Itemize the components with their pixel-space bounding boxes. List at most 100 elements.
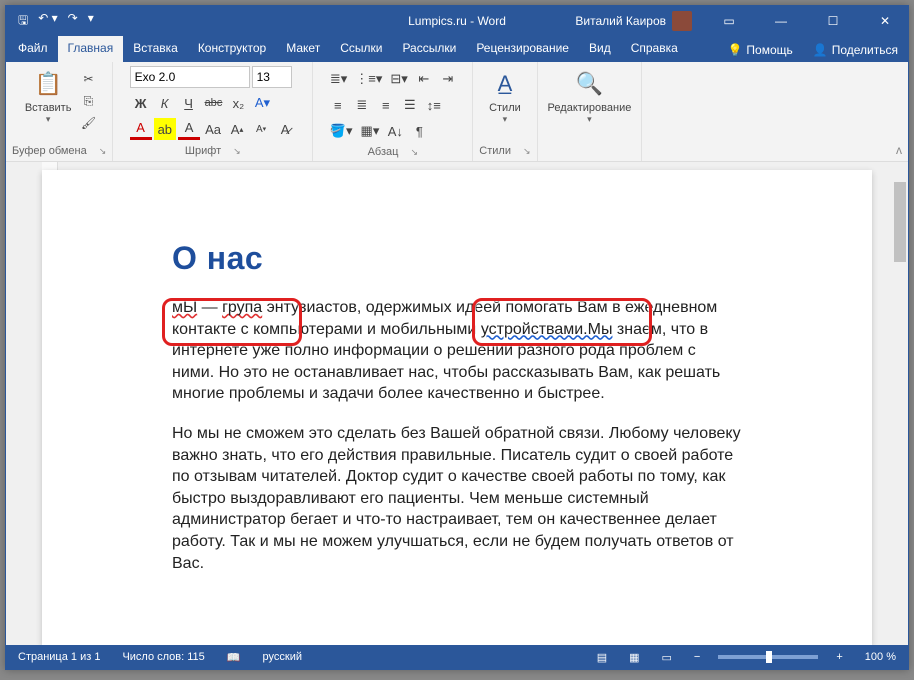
scrollbar-thumb[interactable] xyxy=(894,182,906,262)
ribbon-tabs: Файл Главная Вставка Конструктор Макет С… xyxy=(6,36,908,62)
ribbon-options-icon[interactable]: ▭ xyxy=(706,6,752,36)
editing-button[interactable]: 🔍 Редактирование ▾ xyxy=(544,66,636,127)
undo-icon[interactable]: ↶ ▾ xyxy=(38,11,57,32)
grow-font-button[interactable]: A▴ xyxy=(226,118,248,140)
statusbar: Страница 1 из 1 Число слов: 115 📖 русски… xyxy=(6,645,908,669)
subscript-button[interactable]: x₂ xyxy=(227,92,249,114)
tab-insert[interactable]: Вставка xyxy=(123,36,188,62)
tab-view[interactable]: Вид xyxy=(579,36,621,62)
bold-button[interactable]: Ж xyxy=(130,92,152,114)
tab-help[interactable]: Справка xyxy=(621,36,688,62)
group-font: Ж К Ч abє x₂ A▾ A ab A Aa A▴ A▾ A̷ Шрифт xyxy=(113,62,313,161)
sort-icon[interactable]: A↓ xyxy=(384,120,406,142)
search-icon: 🔍 xyxy=(573,68,605,100)
document-area[interactable]: О нас мЫ — група энтузиастов, одержимых … xyxy=(6,162,908,645)
font-color2-button[interactable]: A xyxy=(178,118,200,140)
styles-icon: A̲ xyxy=(489,68,521,100)
showmarks-icon[interactable]: ¶ xyxy=(408,120,430,142)
group-styles: A̲ Стили ▾ Стили ↘ xyxy=(473,62,537,161)
proofing-icon[interactable]: 📖 xyxy=(223,651,245,664)
collapse-ribbon-icon[interactable]: ʌ xyxy=(896,143,902,157)
multilevel-icon[interactable]: ⊟▾ xyxy=(387,68,410,90)
close-icon[interactable]: ✕ xyxy=(862,6,908,36)
tab-share[interactable]: 👤Поделиться xyxy=(803,36,908,62)
outdent-icon[interactable]: ⇤ xyxy=(413,68,435,90)
group-editing: 🔍 Редактирование ▾ xyxy=(538,62,643,161)
vertical-scrollbar[interactable] xyxy=(892,162,908,645)
tab-references[interactable]: Ссылки xyxy=(330,36,392,62)
borders-icon[interactable]: ▦▾ xyxy=(358,120,383,142)
numbering-icon[interactable]: ⋮≡▾ xyxy=(352,68,385,90)
underline-button[interactable]: Ч xyxy=(178,92,200,114)
share-icon: 👤 xyxy=(813,43,828,57)
avatar xyxy=(672,11,692,31)
align-left-icon[interactable]: ≡ xyxy=(327,94,349,116)
user-name: Виталий Каиров xyxy=(575,14,666,28)
status-words[interactable]: Число слов: 115 xyxy=(118,651,208,663)
font-size-input[interactable] xyxy=(252,66,292,88)
maximize-icon[interactable]: ☐ xyxy=(810,6,856,36)
indent-icon[interactable]: ⇥ xyxy=(437,68,459,90)
tab-tell-me[interactable]: 💡Помощь xyxy=(717,36,802,62)
zoom-value[interactable]: 100 % xyxy=(861,651,900,663)
titlebar: 🖫 ↶ ▾ ↷ ▾ Lumpics.ru - Word Виталий Каир… xyxy=(6,6,908,36)
tab-file[interactable]: Файл xyxy=(8,36,58,62)
user-account[interactable]: Виталий Каиров xyxy=(567,11,700,31)
format-painter-icon[interactable]: 🖌 xyxy=(79,114,97,132)
group-label: Шрифт xyxy=(185,145,221,157)
redo-icon[interactable]: ↷ xyxy=(68,11,78,32)
copy-icon[interactable]: ⎘ xyxy=(79,92,97,110)
web-layout-icon[interactable]: ▭ xyxy=(658,651,676,664)
group-paragraph: ≣▾ ⋮≡▾ ⊟▾ ⇤ ⇥ ≡ ≣ ≡ ☰ ↕≡ 🪣▾ ▦▾ A↓ xyxy=(313,62,473,161)
ribbon: 📋 Вставить ▾ ✂ ⎘ 🖌 Буфер обмена↘ xyxy=(6,62,908,162)
text-effects-button[interactable]: A▾ xyxy=(251,92,273,114)
cut-icon[interactable]: ✂ xyxy=(79,70,97,88)
highlight-button[interactable]: ab xyxy=(154,118,176,140)
clear-format-button[interactable]: A̷ xyxy=(274,118,296,140)
print-layout-icon[interactable]: ▦ xyxy=(625,651,643,664)
group-label: Стили xyxy=(479,145,511,157)
change-case-button[interactable]: Aa xyxy=(202,118,224,140)
shading-icon[interactable]: 🪣▾ xyxy=(327,120,356,142)
zoom-slider[interactable] xyxy=(718,655,818,659)
status-language[interactable]: русский xyxy=(259,651,306,663)
dialog-launcher-icon[interactable]: ↘ xyxy=(523,146,531,157)
clipboard-icon: 📋 xyxy=(32,68,64,100)
align-right-icon[interactable]: ≡ xyxy=(375,94,397,116)
tab-mailings[interactable]: Рассылки xyxy=(392,36,466,62)
group-label: Абзац xyxy=(368,146,399,158)
shrink-font-button[interactable]: A▾ xyxy=(250,118,272,140)
qat-customize-icon[interactable]: ▾ xyxy=(88,11,94,32)
save-icon[interactable]: 🖫 xyxy=(18,11,28,32)
paste-button[interactable]: 📋 Вставить ▾ xyxy=(21,66,76,127)
font-name-input[interactable] xyxy=(130,66,250,88)
zoom-out-icon[interactable]: − xyxy=(690,651,704,663)
dialog-launcher-icon[interactable]: ↘ xyxy=(233,146,241,157)
tab-home[interactable]: Главная xyxy=(58,36,124,62)
paragraph-2[interactable]: Но мы не сможем это сделать без Вашей об… xyxy=(172,423,742,574)
group-clipboard: 📋 Вставить ▾ ✂ ⎘ 🖌 Буфер обмена↘ xyxy=(6,62,113,161)
align-center-icon[interactable]: ≣ xyxy=(351,94,373,116)
font-color-button[interactable]: A xyxy=(130,118,152,140)
tab-layout[interactable]: Макет xyxy=(276,36,330,62)
linespacing-icon[interactable]: ↕≡ xyxy=(423,94,445,116)
strike-button[interactable]: abє xyxy=(202,92,226,114)
dialog-launcher-icon[interactable]: ↘ xyxy=(410,147,418,158)
status-page[interactable]: Страница 1 из 1 xyxy=(14,651,104,663)
dialog-launcher-icon[interactable]: ↘ xyxy=(99,146,107,157)
styles-button[interactable]: A̲ Стили ▾ xyxy=(485,66,525,127)
lightbulb-icon: 💡 xyxy=(727,43,742,57)
tab-review[interactable]: Рецензирование xyxy=(466,36,579,62)
minimize-icon[interactable]: — xyxy=(758,6,804,36)
zoom-thumb[interactable] xyxy=(766,651,772,663)
zoom-in-icon[interactable]: + xyxy=(832,651,846,663)
read-mode-icon[interactable]: ▤ xyxy=(593,651,611,664)
bullets-icon[interactable]: ≣▾ xyxy=(327,68,350,90)
window-title: Lumpics.ru - Word xyxy=(408,14,506,28)
heading[interactable]: О нас xyxy=(172,240,742,277)
justify-icon[interactable]: ☰ xyxy=(399,94,421,116)
tab-design[interactable]: Конструктор xyxy=(188,36,276,62)
paragraph-1[interactable]: мЫ — група энтузиастов, одержимых идеей … xyxy=(172,297,742,405)
italic-button[interactable]: К xyxy=(154,92,176,114)
page[interactable]: О нас мЫ — група энтузиастов, одержимых … xyxy=(42,170,872,645)
